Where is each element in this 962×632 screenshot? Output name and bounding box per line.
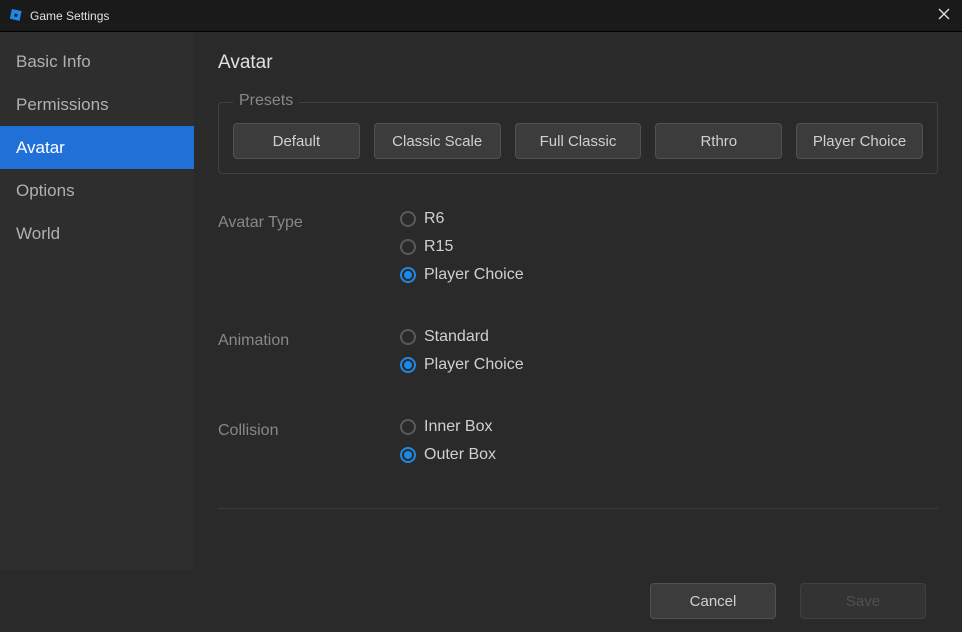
- page-title: Avatar: [218, 52, 938, 74]
- presets-buttons: Default Classic Scale Full Classic Rthro…: [233, 123, 923, 159]
- radio-label: R15: [424, 238, 453, 256]
- avatar-type-group: R6 R15 Player Choice: [400, 210, 524, 284]
- content-wrapper: Avatar Presets Default Classic Scale Ful…: [194, 32, 962, 569]
- radio-circle: [400, 239, 416, 255]
- collision-row: Collision Inner Box Outer Box: [218, 418, 938, 464]
- main-container: Basic Info Permissions Avatar Options Wo…: [0, 31, 962, 569]
- radio-label: Standard: [424, 328, 489, 346]
- radio-circle: [400, 447, 416, 463]
- sidebar-item-permissions[interactable]: Permissions: [0, 83, 194, 126]
- window-title: Game Settings: [30, 9, 109, 23]
- app-icon: [8, 8, 24, 24]
- content: Avatar Presets Default Classic Scale Ful…: [194, 32, 962, 569]
- preset-player-choice-button[interactable]: Player Choice: [796, 123, 923, 159]
- footer: Cancel Save: [0, 569, 962, 632]
- sidebar-item-world[interactable]: World: [0, 212, 194, 255]
- sidebar-item-label: World: [16, 224, 60, 244]
- preset-rthro-button[interactable]: Rthro: [655, 123, 782, 159]
- collision-label: Collision: [218, 418, 400, 464]
- preset-classic-scale-button[interactable]: Classic Scale: [374, 123, 501, 159]
- radio-label: R6: [424, 210, 444, 228]
- sidebar-item-label: Permissions: [16, 95, 109, 115]
- animation-row: Animation Standard Player Choice: [218, 328, 938, 374]
- radio-label: Player Choice: [424, 266, 524, 284]
- presets-legend: Presets: [233, 92, 299, 110]
- avatar-type-label: Avatar Type: [218, 210, 400, 284]
- radio-player-choice[interactable]: Player Choice: [400, 266, 524, 284]
- preset-full-classic-button[interactable]: Full Classic: [515, 123, 642, 159]
- radio-r15[interactable]: R15: [400, 238, 524, 256]
- save-button: Save: [800, 583, 926, 619]
- animation-label: Animation: [218, 328, 400, 374]
- sidebar-item-label: Avatar: [16, 138, 65, 158]
- presets-group: Presets Default Classic Scale Full Class…: [218, 102, 938, 174]
- preset-default-button[interactable]: Default: [233, 123, 360, 159]
- sidebar-item-basic-info[interactable]: Basic Info: [0, 40, 194, 83]
- radio-label: Outer Box: [424, 446, 496, 464]
- radio-label: Inner Box: [424, 418, 492, 436]
- avatar-type-row: Avatar Type R6 R15 Player Choice: [218, 210, 938, 284]
- radio-circle: [400, 211, 416, 227]
- divider: [218, 508, 938, 509]
- sidebar-item-options[interactable]: Options: [0, 169, 194, 212]
- titlebar: Game Settings: [0, 0, 962, 31]
- titlebar-left: Game Settings: [8, 8, 109, 24]
- cancel-button[interactable]: Cancel: [650, 583, 776, 619]
- sidebar: Basic Info Permissions Avatar Options Wo…: [0, 32, 194, 569]
- animation-group: Standard Player Choice: [400, 328, 524, 374]
- radio-r6[interactable]: R6: [400, 210, 524, 228]
- sidebar-item-avatar[interactable]: Avatar: [0, 126, 194, 169]
- radio-standard[interactable]: Standard: [400, 328, 524, 346]
- radio-circle: [400, 329, 416, 345]
- radio-animation-player-choice[interactable]: Player Choice: [400, 356, 524, 374]
- radio-circle: [400, 419, 416, 435]
- radio-circle: [400, 267, 416, 283]
- collision-group: Inner Box Outer Box: [400, 418, 496, 464]
- radio-inner-box[interactable]: Inner Box: [400, 418, 496, 436]
- radio-circle: [400, 357, 416, 373]
- radio-outer-box[interactable]: Outer Box: [400, 446, 496, 464]
- radio-label: Player Choice: [424, 356, 524, 374]
- sidebar-item-label: Options: [16, 181, 75, 201]
- sidebar-item-label: Basic Info: [16, 52, 91, 72]
- close-button[interactable]: [934, 7, 954, 25]
